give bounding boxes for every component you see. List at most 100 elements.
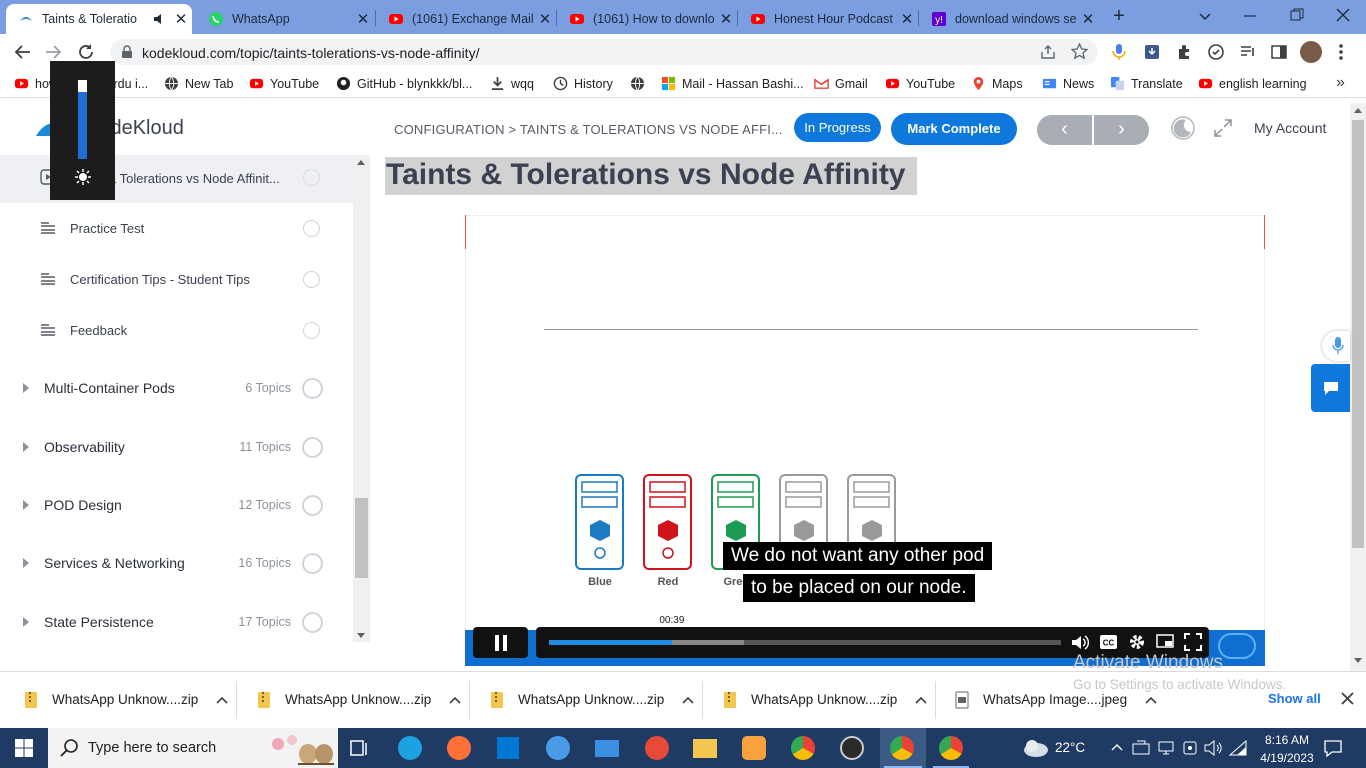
- close-tab-icon[interactable]: ✕: [715, 10, 737, 28]
- volume-icon[interactable]: [1071, 634, 1089, 651]
- chevron-up-icon[interactable]: [682, 696, 694, 704]
- firefox-icon[interactable]: [447, 736, 471, 760]
- bookmark-item[interactable]: wqq: [490, 76, 534, 91]
- media-control-icon[interactable]: [1240, 44, 1256, 60]
- file-explorer-icon[interactable]: [693, 739, 717, 758]
- bookmark-item[interactable]: New Tab: [164, 76, 233, 91]
- bookmark-item[interactable]: Maps: [971, 76, 1023, 91]
- sync-extension-icon[interactable]: [1208, 44, 1224, 60]
- show-all-downloads-link[interactable]: Show all: [1268, 691, 1321, 706]
- chevron-up-icon[interactable]: [915, 696, 927, 704]
- chrome-profile-icon[interactable]: [939, 736, 963, 760]
- tab-youtube-2[interactable]: (1061) How to downlo ✕: [557, 4, 737, 34]
- captions-icon[interactable]: CC: [1100, 635, 1117, 649]
- picture-in-picture-icon[interactable]: [1156, 634, 1174, 650]
- scroll-up-arrow-icon[interactable]: [357, 159, 365, 165]
- tray-overflow-chevron-icon[interactable]: [1111, 743, 1123, 751]
- bookmark-item[interactable]: Gmail: [814, 76, 868, 91]
- close-downloads-icon[interactable]: [1341, 692, 1354, 705]
- section-state-persistence[interactable]: State Persistence 17 Topics: [0, 593, 353, 651]
- forward-icon[interactable]: [45, 44, 63, 60]
- extensions-puzzle-icon[interactable]: [1176, 44, 1192, 60]
- bookmark-star-icon[interactable]: [1071, 43, 1088, 60]
- chrome-icon[interactable]: [791, 736, 815, 760]
- skype-icon[interactable]: [546, 736, 570, 760]
- app-swirl-icon[interactable]: [645, 736, 669, 760]
- close-window-icon[interactable]: [1336, 8, 1350, 22]
- section-services-networking[interactable]: Services & Networking 16 Topics: [0, 534, 353, 592]
- bookmark-item[interactable]: YouTube: [249, 76, 319, 91]
- breadcrumb[interactable]: CONFIGURATION > TAINTS & TOLERATIONS VS …: [394, 122, 783, 137]
- progress-track[interactable]: [549, 640, 1061, 645]
- tab-whatsapp[interactable]: WhatsApp ✕: [196, 4, 374, 34]
- lesson-item[interactable]: Practice Test: [0, 203, 353, 254]
- bookmark-item[interactable]: english learning: [1198, 76, 1307, 91]
- pause-button[interactable]: [473, 627, 528, 658]
- close-tab-icon[interactable]: ✕: [1077, 10, 1099, 28]
- scroll-down-arrow-icon[interactable]: [357, 633, 365, 639]
- close-tab-icon[interactable]: ✕: [534, 10, 556, 28]
- side-panel-icon[interactable]: [1271, 44, 1287, 60]
- wifi-icon[interactable]: [1229, 740, 1247, 756]
- bookmark-item[interactable]: News: [1042, 76, 1094, 91]
- download-item[interactable]: WhatsApp Unknow....zip: [490, 671, 694, 728]
- weather-temperature[interactable]: 22°C: [1055, 740, 1085, 755]
- section-observability[interactable]: Observability 11 Topics: [0, 418, 353, 476]
- previous-lesson-button[interactable]: ‹: [1037, 115, 1092, 145]
- mail-icon[interactable]: [595, 740, 619, 757]
- chevron-up-icon[interactable]: [1145, 696, 1157, 704]
- url-text[interactable]: kodekloud.com/topic/taints-tolerations-v…: [142, 45, 479, 61]
- tab-yahoo[interactable]: y! download windows se ✕: [919, 4, 1099, 34]
- download-item[interactable]: WhatsApp Unknow....zip: [723, 671, 927, 728]
- clock-date[interactable]: 4/19/2023: [1255, 751, 1319, 765]
- reload-icon[interactable]: [77, 43, 95, 61]
- bookmark-item[interactable]: YouTube: [885, 76, 955, 91]
- scroll-down-arrow-icon[interactable]: [1354, 658, 1362, 664]
- settings-app-icon[interactable]: [742, 736, 766, 760]
- bookmark-item[interactable]: History: [553, 76, 613, 91]
- tab-search-icon[interactable]: [1198, 9, 1212, 23]
- scroll-up-arrow-icon[interactable]: [1354, 107, 1362, 113]
- bookmark-item[interactable]: Mail - Hassan Bashi...: [661, 76, 804, 91]
- section-multi-container-pods[interactable]: Multi-Container Pods 6 Topics: [0, 359, 353, 417]
- speaker-icon[interactable]: [152, 12, 166, 26]
- microphone-icon[interactable]: [1112, 43, 1126, 61]
- fullscreen-expand-icon[interactable]: [1213, 118, 1233, 138]
- close-tab-icon[interactable]: ✕: [352, 10, 374, 28]
- download-item[interactable]: WhatsApp Unknow....zip: [24, 671, 228, 728]
- restore-icon[interactable]: [1290, 8, 1304, 22]
- tab-youtube-1[interactable]: (1061) Exchange Mail ✕: [376, 4, 556, 34]
- mark-complete-button[interactable]: Mark Complete: [891, 113, 1017, 145]
- download-extension-icon[interactable]: [1144, 44, 1160, 60]
- bookmark-item[interactable]: GitHub - blynkkk/bl...: [336, 76, 472, 91]
- chat-button[interactable]: [1311, 364, 1350, 412]
- weather-cloud-icon[interactable]: [1022, 738, 1050, 758]
- download-item[interactable]: WhatsApp Unknow....zip: [257, 671, 461, 728]
- minimize-icon[interactable]: [1243, 9, 1257, 23]
- fullscreen-icon[interactable]: [1184, 633, 1202, 651]
- back-icon[interactable]: [13, 44, 31, 60]
- bookmark-item[interactable]: [630, 76, 651, 91]
- clock-time[interactable]: 8:16 AM: [1255, 733, 1319, 747]
- windows-start-icon[interactable]: [15, 739, 33, 757]
- browser-menu-icon[interactable]: [1338, 43, 1344, 61]
- edge-browser-icon[interactable]: [398, 736, 422, 760]
- close-tab-icon[interactable]: ✕: [170, 10, 192, 28]
- task-view-icon[interactable]: [350, 738, 370, 758]
- share-icon[interactable]: [1040, 44, 1056, 60]
- page-scrollbar-thumb[interactable]: [1352, 120, 1364, 548]
- my-account-link[interactable]: My Account: [1254, 120, 1326, 136]
- lesson-item[interactable]: Certification Tips - Student Tips: [0, 254, 353, 305]
- lock-icon[interactable]: [121, 45, 133, 59]
- dark-mode-toggle-icon[interactable]: [1171, 116, 1195, 140]
- device-icon[interactable]: [1182, 740, 1198, 756]
- notification-center-icon[interactable]: [1323, 738, 1343, 758]
- chevron-up-icon[interactable]: [449, 696, 461, 704]
- new-tab-button[interactable]: +: [1108, 5, 1130, 27]
- network-icon[interactable]: [1157, 740, 1175, 756]
- profile-avatar[interactable]: [1300, 41, 1322, 63]
- bookmarks-overflow-button[interactable]: »: [1336, 74, 1345, 92]
- voice-assistant-button[interactable]: [1322, 331, 1350, 361]
- settings-gear-icon[interactable]: [1128, 633, 1146, 651]
- close-tab-icon[interactable]: ✕: [896, 10, 918, 28]
